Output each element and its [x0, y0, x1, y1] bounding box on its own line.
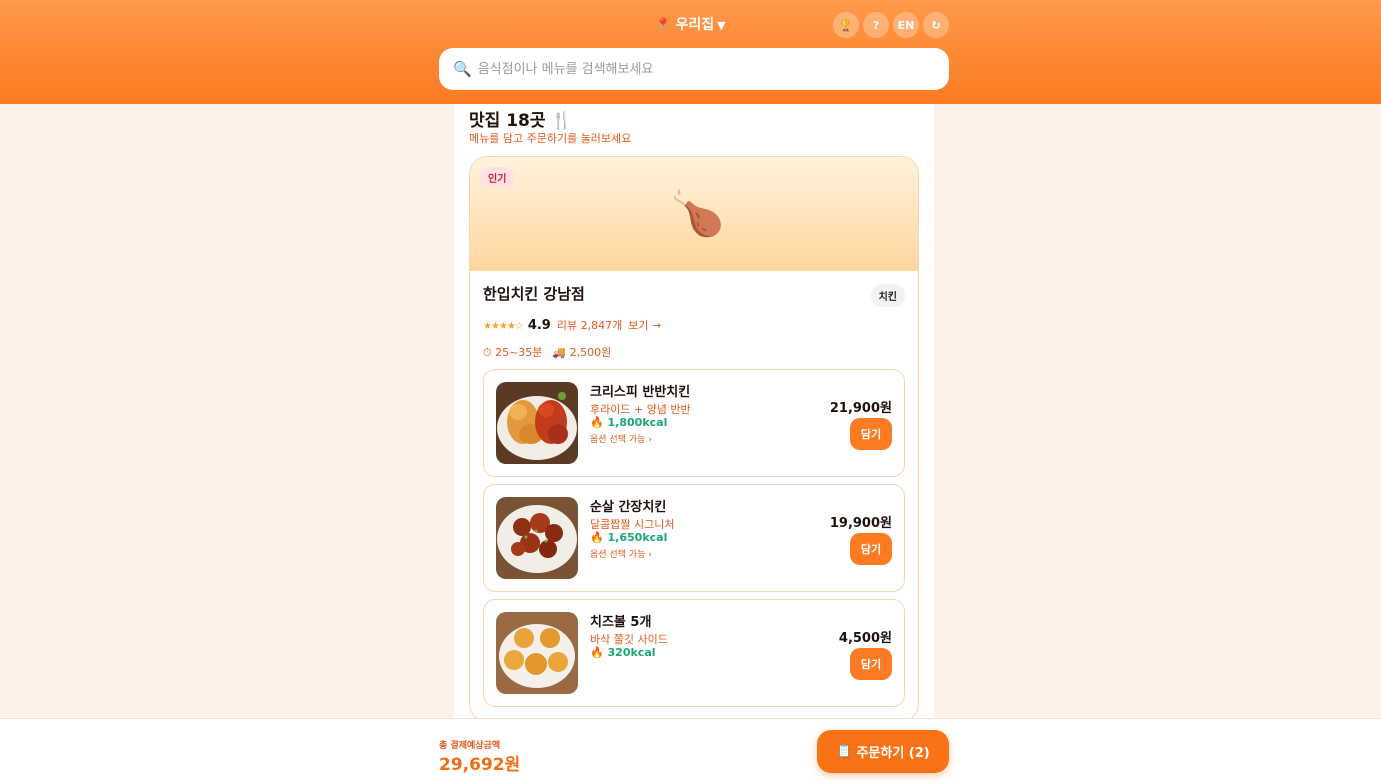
clipboard-icon: 📋	[836, 744, 853, 759]
order-button[interactable]: 📋 주문하기 (2)	[817, 730, 949, 773]
menu-item[interactable]: 치즈볼 5개 바삭 쫄깃 사이드 🔥 320kcal 4,500원 담기	[483, 599, 905, 707]
menu-item-price: 21,900원	[829, 401, 892, 416]
menu-item-price: 19,900원	[829, 516, 892, 531]
header-actions: 🏆 ? EN ↻	[833, 12, 949, 38]
menu-item-name: 순살 간장치킨	[590, 500, 667, 515]
rating-row: ★★★★☆ 4.9 리뷰 2,847개 보기 →	[483, 317, 661, 333]
menu-item-options-link[interactable]: 옵션 선택 가능 ›	[590, 547, 652, 560]
delivery-fee: 🚚 2,500원	[552, 346, 612, 359]
crispy-chicken-image	[496, 382, 578, 464]
view-reviews-link[interactable]: 보기 →	[628, 317, 661, 333]
add-to-cart-button[interactable]: 담기	[850, 648, 892, 680]
menu-item-description: 후라이드 + 양념 반반	[590, 403, 691, 416]
menu-item-price: 4,500원	[838, 631, 892, 646]
menu-item[interactable]: 순살 간장치킨 달콤짭짤 시그니처 🔥 1,650kcal 옵션 선택 가능 ›…	[483, 484, 905, 592]
trophy-icon[interactable]: 🏆	[833, 12, 859, 38]
menu-item[interactable]: 크리스피 반반치킨 후라이드 + 양념 반반 🔥 1,800kcal 옵션 선택…	[483, 369, 905, 477]
menu-item-calories: 🔥 1,800kcal	[590, 416, 668, 429]
rating-value: 4.9	[527, 318, 551, 333]
soy-chicken-image	[496, 497, 578, 579]
menu-item-description: 바삭 쫄깃 사이드	[590, 633, 668, 646]
chicken-leg-icon: 🍗	[670, 188, 725, 239]
add-to-cart-button[interactable]: 담기	[850, 533, 892, 565]
page-title: 맛집 18곳 🍴	[469, 111, 573, 131]
chevron-down-icon: ▼	[717, 19, 726, 32]
location-label: 우리집	[675, 17, 715, 33]
delivery-time: ⏱ 25~35분	[483, 346, 543, 359]
location-selector[interactable]: 📍 우리집 ▼	[0, 14, 1381, 34]
search-icon: 🔍	[453, 60, 472, 78]
restaurant-hero: 인기 🍗	[470, 157, 918, 271]
menu-item-name: 크리스피 반반치킨	[590, 385, 691, 400]
popular-badge: 인기	[480, 167, 515, 188]
menu-item-description: 달콤짭짤 시그니처	[590, 518, 675, 531]
menu-item-calories: 🔥 1,650kcal	[590, 531, 668, 544]
menu-item-calories: 🔥 320kcal	[590, 646, 656, 659]
help-button[interactable]: ?	[863, 12, 889, 38]
language-button[interactable]: EN	[893, 12, 919, 38]
review-count: 리뷰 2,847개	[556, 319, 623, 332]
menu-item-name: 치즈볼 5개	[590, 615, 652, 630]
search-input[interactable]	[477, 61, 918, 77]
checkout-bar: 총 결제예상금액 29,692원 📋 주문하기 (2)	[0, 718, 1381, 784]
restaurant-name: 한입치킨 강남점	[483, 285, 585, 303]
cheese-ball-image	[496, 612, 578, 694]
delivery-info: ⏱ 25~35분 🚚 2,500원	[483, 344, 611, 360]
order-button-label: 주문하기 (2)	[856, 746, 930, 761]
category-badge: 치킨	[870, 284, 905, 307]
refresh-icon[interactable]: ↻	[923, 12, 949, 38]
restaurant-card[interactable]: 인기 🍗 한입치킨 강남점 치킨 ★★★★☆ 4.9 리뷰 2,847개 보기 …	[469, 156, 919, 722]
app-header: 📍 우리집 ▼ 🏆 ? EN ↻ 🔍	[0, 0, 1381, 104]
add-to-cart-button[interactable]: 담기	[850, 418, 892, 450]
total-amount: 29,692원	[439, 755, 521, 775]
search-bar[interactable]: 🔍	[439, 48, 949, 90]
main-content: 맛집 18곳 🍴 메뉴를 담고 주문하기를 눌러보세요 인기 🍗 한입치킨 강남…	[454, 104, 934, 784]
star-rating-icon: ★★★★☆	[483, 321, 524, 332]
menu-item-options-link[interactable]: 옵션 선택 가능 ›	[590, 432, 652, 445]
page-subtitle: 메뉴를 담고 주문하기를 눌러보세요	[469, 132, 632, 145]
location-pin-icon: 📍	[655, 18, 672, 33]
